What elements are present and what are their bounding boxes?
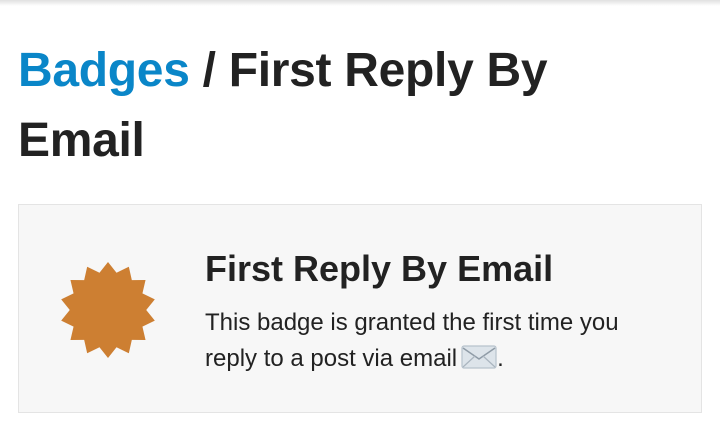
breadcrumb-badges-link[interactable]: Badges <box>18 44 190 97</box>
envelope-icon <box>461 344 497 381</box>
page: Badges / First Reply By Email First Repl… <box>0 0 720 431</box>
badge-description: This badge is granted the first time you… <box>205 305 675 381</box>
breadcrumb-separator: / <box>189 44 229 97</box>
badge-card: First Reply By Email This badge is grant… <box>18 204 702 413</box>
page-title: Badges / First Reply By Email <box>18 36 658 176</box>
badge-name: First Reply By Email <box>205 248 554 289</box>
badge-description-text: This badge is granted the first time you… <box>205 309 619 372</box>
badge-starburst-icon <box>61 261 155 359</box>
badge-description-end: . <box>497 345 504 372</box>
